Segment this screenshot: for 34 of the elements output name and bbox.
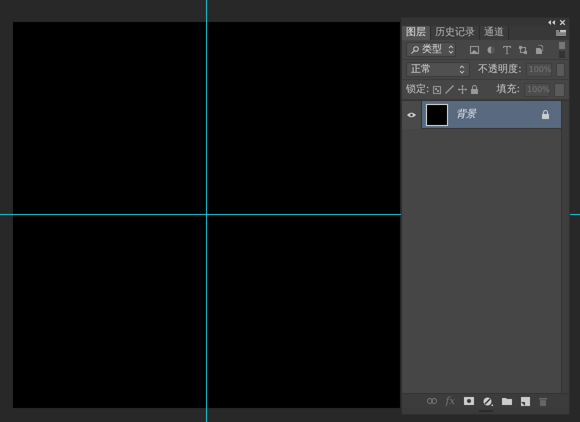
menu-icon[interactable] [556, 30, 566, 36]
panel-tab[interactable]: 通道 [480, 26, 509, 40]
layer-row[interactable]: 背景 [402, 101, 561, 129]
visibility-icon[interactable] [407, 112, 416, 118]
fill-label: 填充: [496, 82, 520, 97]
image-filter-icon[interactable] [470, 46, 479, 54]
layer-name: 背景 [456, 108, 478, 122]
blend-mode-dropdown[interactable]: 正常 [406, 62, 470, 77]
move-icon[interactable] [458, 85, 468, 94]
mask-icon[interactable] [464, 397, 474, 405]
adjustment-layer-icon[interactable] [483, 396, 493, 406]
adjustment-filter-icon[interactable] [487, 46, 495, 54]
folder-icon[interactable] [502, 397, 512, 405]
filter-toggle-icon[interactable] [559, 42, 565, 58]
panel-tab[interactable]: 图层 [402, 26, 431, 40]
layer-thumbnail [426, 104, 448, 126]
filter-dropdown[interactable]: 类型 [406, 42, 456, 57]
link-icon[interactable] [426, 398, 437, 404]
scrollbar[interactable] [561, 101, 569, 393]
chevron-icon [448, 45, 454, 54]
lock-icon[interactable] [471, 85, 478, 94]
new-layer-icon[interactable] [521, 396, 530, 406]
trash-icon[interactable] [539, 396, 547, 406]
type-filter-icon[interactable] [503, 46, 511, 54]
brush-icon[interactable] [445, 85, 454, 94]
lock-label: 锁定: [406, 82, 430, 97]
close-icon[interactable] [560, 20, 565, 24]
chevron-icon [459, 65, 466, 74]
search-icon [411, 46, 419, 54]
smart-object-filter-icon[interactable] [535, 45, 543, 54]
opacity-label: 不透明度: [478, 62, 522, 77]
lock-pixels-icon[interactable] [433, 86, 442, 94]
panel-tab[interactable]: 历史记录 [431, 26, 480, 40]
shape-filter-icon[interactable] [519, 46, 527, 54]
